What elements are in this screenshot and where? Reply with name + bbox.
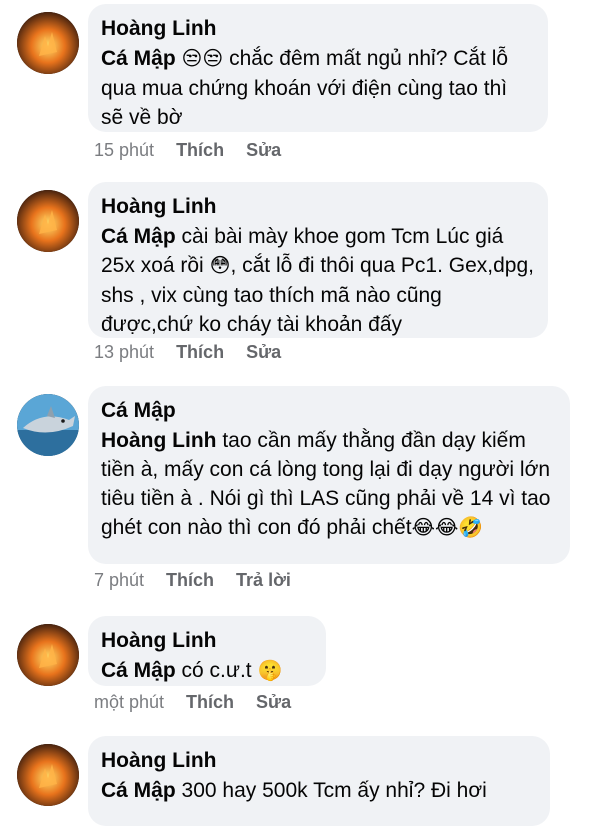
timestamp[interactable]: 7 phút	[94, 570, 144, 591]
timestamp[interactable]: 13 phút	[94, 342, 154, 363]
comment-body: 300 hay 500k Tcm ấy nhỉ? Đi hơi	[181, 779, 487, 802]
like-button[interactable]: Thích	[176, 342, 224, 363]
comment-text: Cá Mập 😒😒 chắc đêm mất ngủ nhỉ? Cắt lỗ q…	[101, 44, 534, 132]
like-button[interactable]: Thích	[176, 140, 224, 161]
comment-author[interactable]: Hoàng Linh	[101, 748, 536, 774]
mention-link[interactable]: Cá Mập	[101, 225, 176, 248]
comment-meta: một phút Thích Sửa	[94, 692, 291, 713]
avatar-hoang-linh[interactable]	[17, 190, 79, 252]
timestamp[interactable]: 15 phút	[94, 140, 154, 161]
laughing-emoji-icon: 😂😂🤣	[411, 517, 484, 539]
comment-bubble: Hoàng Linh Cá Mập 300 hay 500k Tcm ấy nh…	[88, 736, 550, 826]
reply-button[interactable]: Trả lời	[236, 570, 291, 591]
comment-text: Cá Mập có c.ư.t 🤫	[101, 656, 312, 686]
avatar-hoang-linh[interactable]	[17, 744, 79, 806]
mention-link[interactable]: Cá Mập	[101, 659, 176, 682]
comment-text: Cá Mập cài bài mày khoe gom Tcm Lúc giá …	[101, 222, 534, 339]
comment-meta: 7 phút Thích Trả lời	[94, 570, 291, 591]
avatar-hoang-linh[interactable]	[17, 12, 79, 74]
comment-bubble: Cá Mập Hoàng Linh tao cần mấy thằng đần …	[88, 386, 570, 564]
like-button[interactable]: Thích	[186, 692, 234, 713]
edit-button[interactable]: Sửa	[246, 342, 281, 363]
comment-bubble: Hoàng Linh Cá Mập 😒😒 chắc đêm mất ngủ nh…	[88, 4, 548, 132]
edit-button[interactable]: Sửa	[246, 140, 281, 161]
comment-text: Hoàng Linh tao cần mấy thằng đần dạy kiế…	[101, 426, 556, 543]
unamused-emoji-icon: 😒😒	[181, 48, 224, 70]
comment-text: Cá Mập 300 hay 500k Tcm ấy nhỉ? Đi hơi	[101, 776, 536, 805]
flushed-emoji-icon: 😳	[209, 255, 231, 277]
avatar-ca-map[interactable]	[17, 394, 79, 456]
comment-author[interactable]: Hoàng Linh	[101, 194, 534, 220]
edit-button[interactable]: Sửa	[256, 692, 291, 713]
mention-link[interactable]: Cá Mập	[101, 779, 176, 802]
comment-author[interactable]: Cá Mập	[101, 398, 556, 424]
comment-author[interactable]: Hoàng Linh	[101, 16, 534, 42]
comment-bubble: Hoàng Linh Cá Mập có c.ư.t 🤫	[88, 616, 326, 686]
mention-link[interactable]: Cá Mập	[101, 47, 176, 70]
shushing-emoji-icon: 🤫	[257, 660, 283, 682]
comment-meta: 13 phút Thích Sửa	[94, 342, 281, 363]
mention-link[interactable]: Hoàng Linh	[101, 429, 216, 452]
comment-body: có c.ư.t	[181, 659, 252, 682]
comment-bubble: Hoàng Linh Cá Mập cài bài mày khoe gom T…	[88, 182, 548, 338]
comment-meta: 15 phút Thích Sửa	[94, 140, 281, 161]
like-button[interactable]: Thích	[166, 570, 214, 591]
timestamp[interactable]: một phút	[94, 692, 164, 713]
comment-author[interactable]: Hoàng Linh	[101, 628, 312, 654]
avatar-hoang-linh[interactable]	[17, 624, 79, 686]
